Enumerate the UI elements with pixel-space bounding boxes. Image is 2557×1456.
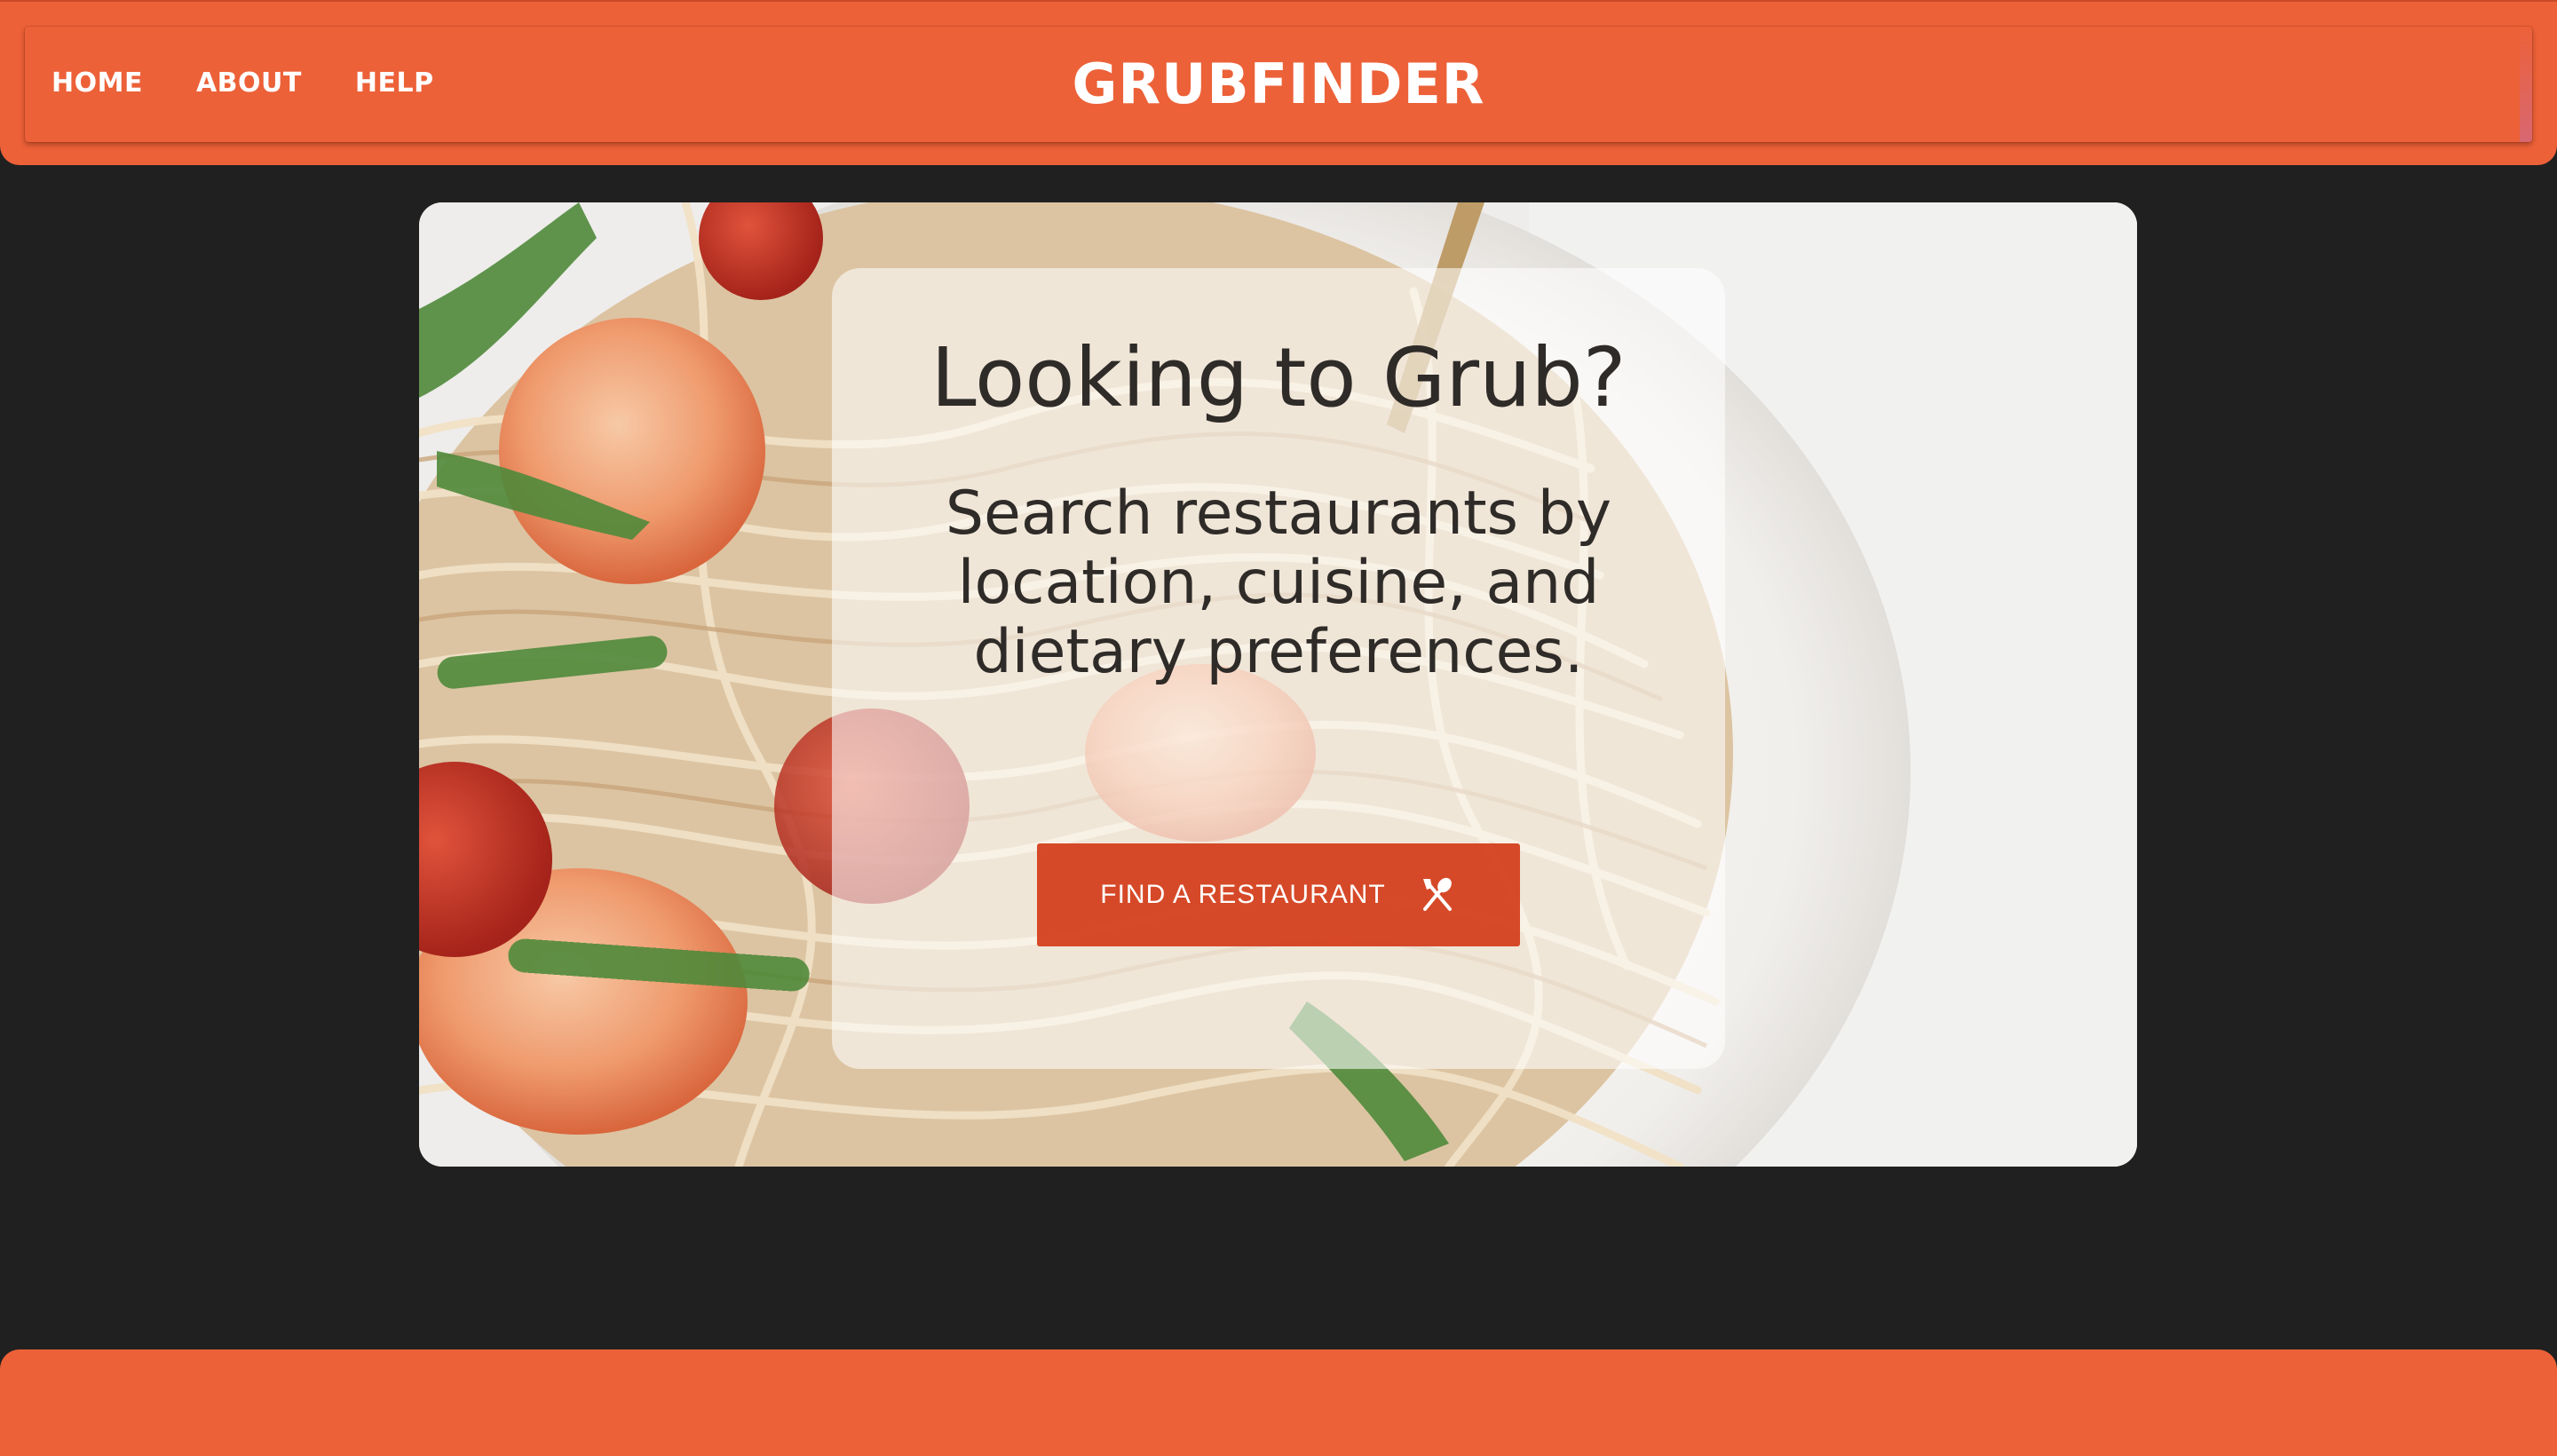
hero-banner: Looking to Grub? Search restaurants by l…	[419, 202, 2137, 1167]
site-logo-title[interactable]: GRUBFINDER	[0, 51, 2557, 116]
fork-spoon-icon	[1422, 877, 1452, 911]
find-restaurant-button[interactable]: FIND A RESTAURANT	[1037, 843, 1520, 946]
hero-title: Looking to Grub?	[930, 330, 1627, 425]
footer-bar	[0, 1349, 2557, 1456]
top-navbar: HOME ABOUT HELP GRUBFINDER	[0, 0, 2557, 165]
hero-card: Looking to Grub? Search restaurants by l…	[832, 268, 1725, 1069]
find-restaurant-label: FIND A RESTAURANT	[1100, 880, 1386, 909]
hero-subtitle: Search restaurants by location, cuisine,…	[945, 479, 1612, 687]
